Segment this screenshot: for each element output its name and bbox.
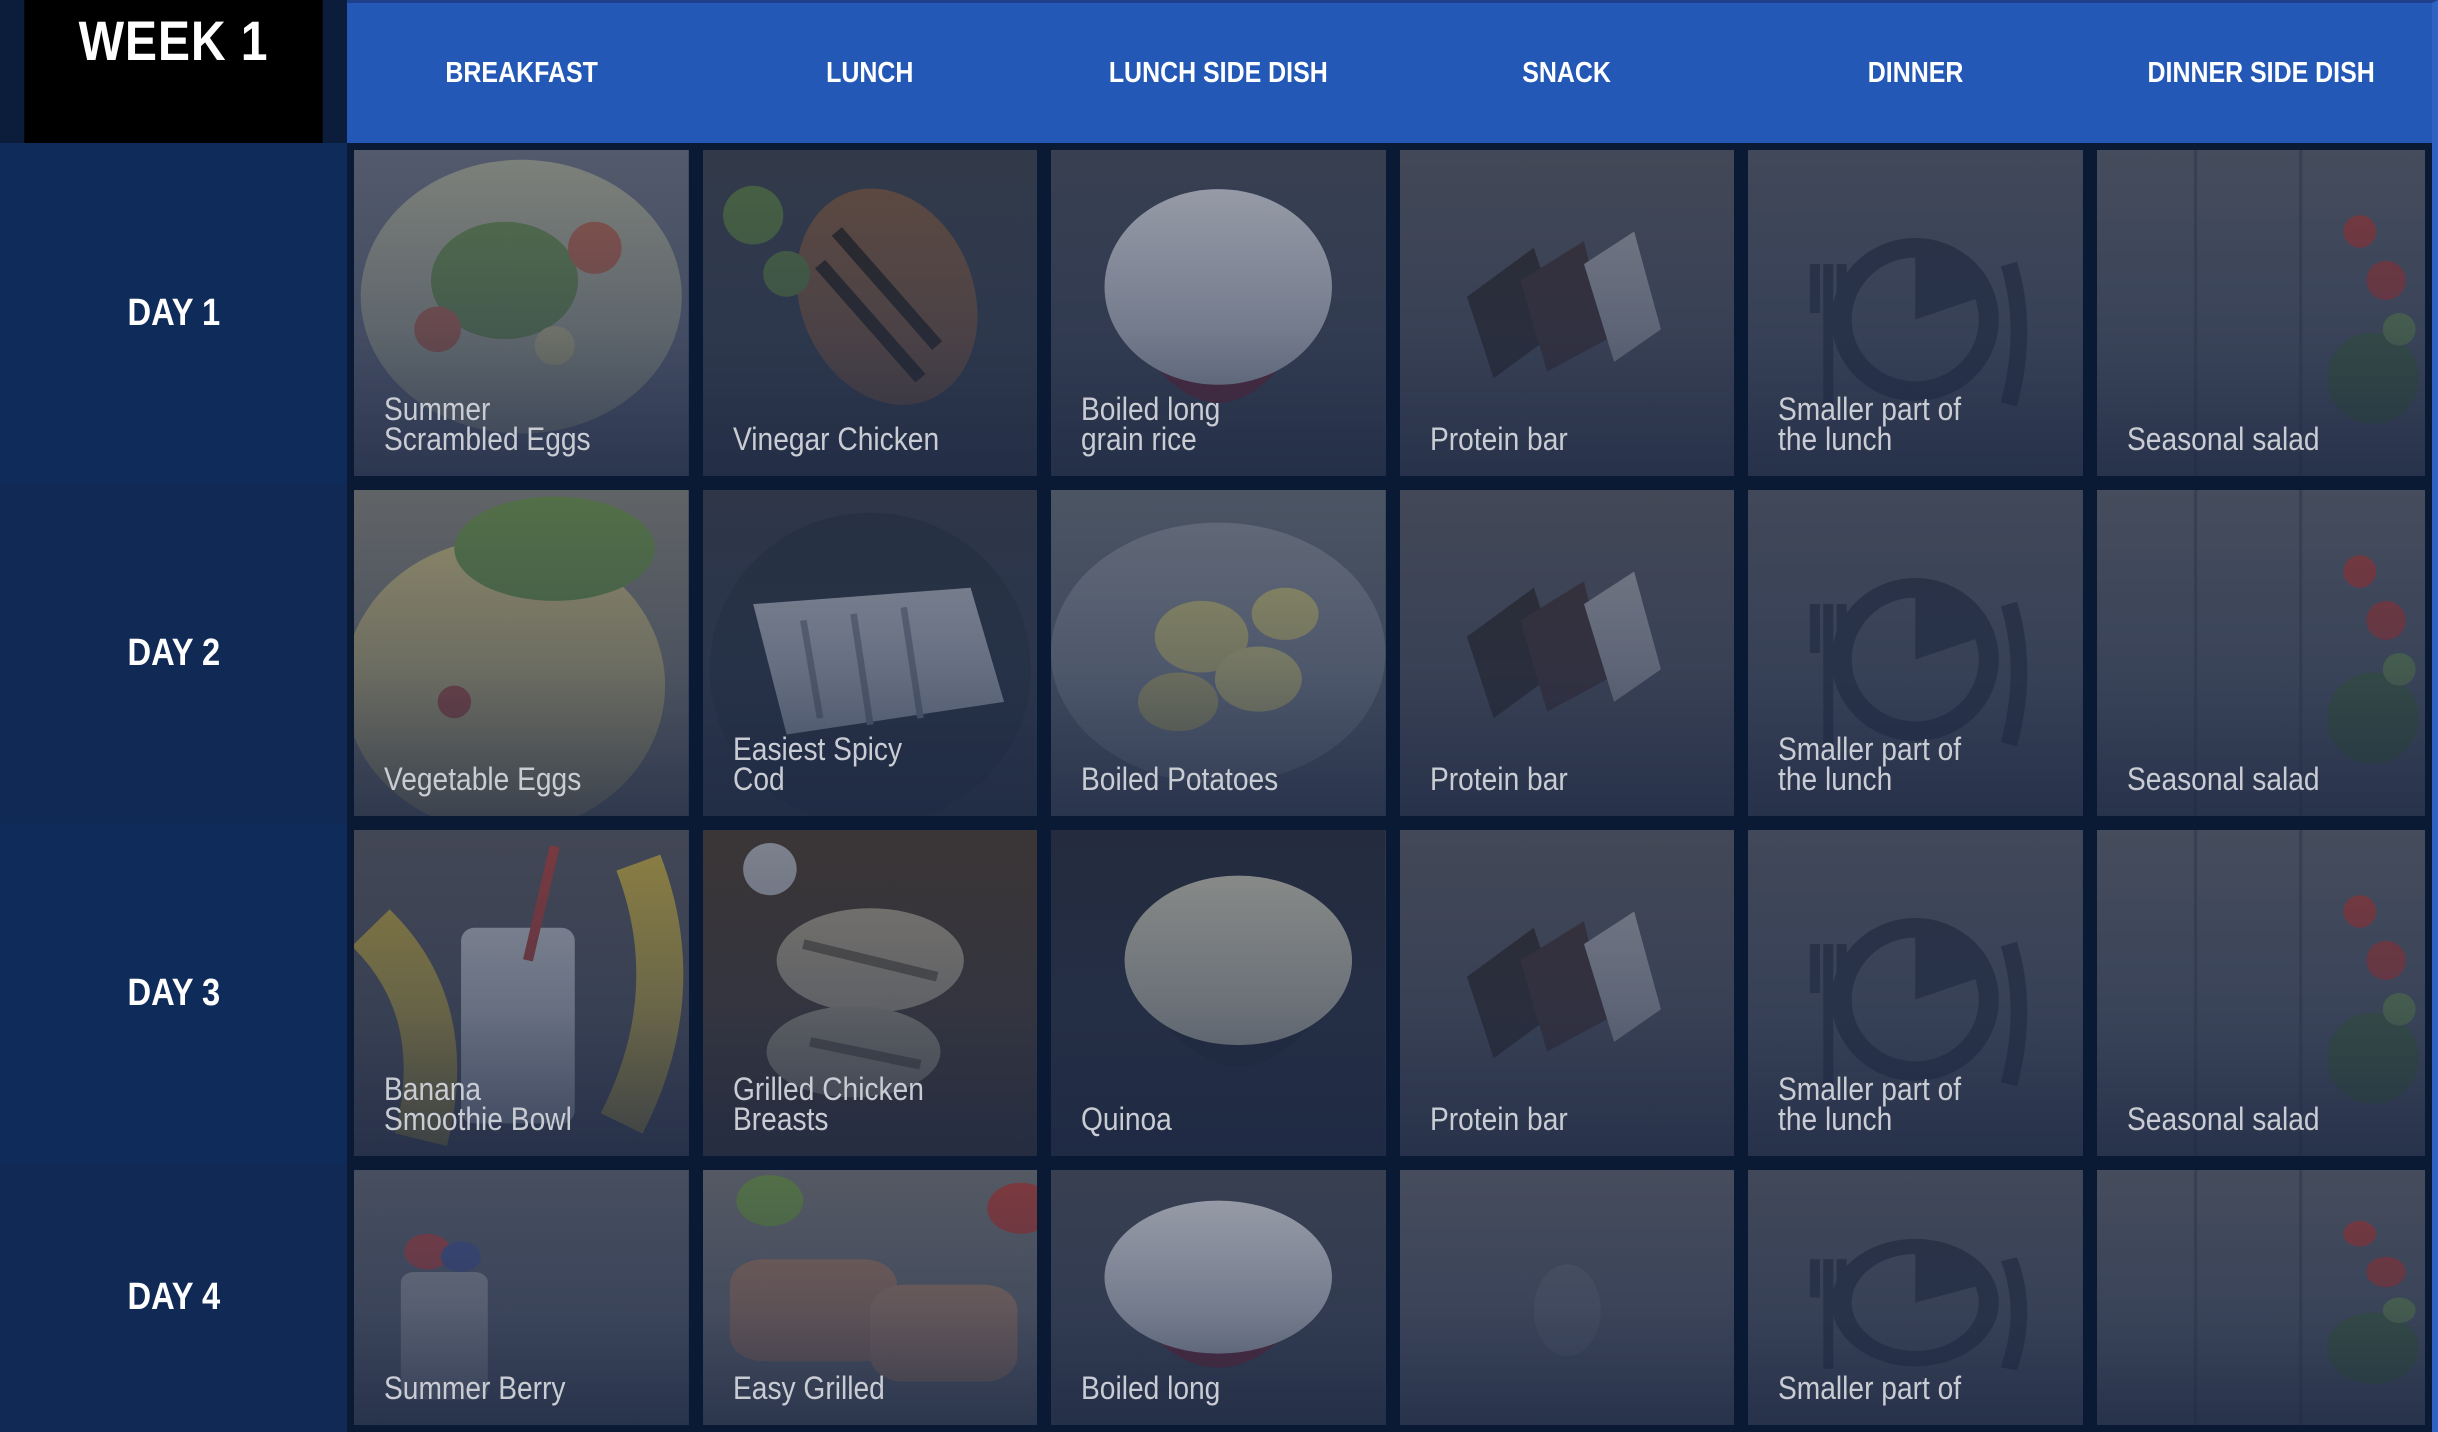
meal-name: Smaller part of the lunch [1778, 1071, 1962, 1137]
meal-name: Seasonal salad [2126, 761, 2320, 797]
day-label-text: DAY 4 [127, 1276, 220, 1318]
meal-name: Quinoa [1081, 1101, 1172, 1137]
meal-card[interactable]: Summer Scrambled Eggs [354, 150, 689, 476]
meal-cell-dinner-side-dish: Seasonal salad [2089, 483, 2438, 823]
day-label-4: DAY 4 [0, 1163, 347, 1432]
meal-cell-breakfast: Banana Smoothie Bowl [347, 823, 696, 1163]
day-label-text: DAY 3 [127, 971, 220, 1014]
meal-cell-snack [1392, 1163, 1741, 1432]
column-header-lunch: LUNCH [695, 0, 1044, 143]
column-header-label: BREAKFAST [445, 56, 598, 89]
meal-card[interactable]: Smaller part of the lunch [1748, 150, 2083, 476]
meal-card[interactable] [2096, 1170, 2425, 1425]
meal-cell-breakfast: Summer Berry [347, 1163, 696, 1432]
meal-card[interactable]: Smaller part of [1748, 1170, 2083, 1425]
meal-cell-dinner-side-dish [2089, 1163, 2438, 1432]
meal-cell-lunch: Grilled Chicken Breasts [695, 823, 1044, 1163]
column-header-label: DINNER [1867, 56, 1964, 89]
column-header-label: LUNCH [826, 56, 914, 89]
meal-name: Boiled Potatoes [1081, 761, 1279, 797]
day-label-text: DAY 2 [127, 631, 220, 674]
meal-cell-lunch-side-dish: Quinoa [1044, 823, 1393, 1163]
meal-card[interactable]: Smaller part of the lunch [1748, 490, 2083, 816]
column-header-dinner-side-dish: DINNER SIDE DISH [2089, 0, 2438, 143]
image-overlay [2096, 1170, 2425, 1425]
meal-name: Easy Grilled [732, 1370, 885, 1406]
day-label-3: DAY 3 [0, 823, 347, 1163]
meal-cell-snack: Protein bar [1392, 823, 1741, 1163]
meal-cell-lunch: Vinegar Chicken [695, 143, 1044, 483]
meal-card[interactable]: Banana Smoothie Bowl [354, 830, 689, 1156]
meal-name: Protein bar [1429, 761, 1568, 797]
meal-cell-snack: Protein bar [1392, 143, 1741, 483]
meal-card[interactable]: Summer Berry [354, 1170, 689, 1425]
meal-name: Smaller part of the lunch [1778, 391, 1962, 457]
column-header-label: SNACK [1522, 56, 1612, 89]
column-header-snack: SNACK [1392, 0, 1741, 143]
meal-name: Smaller part of [1778, 1370, 1962, 1406]
meal-name: Protein bar [1429, 1101, 1568, 1137]
meal-cell-snack: Protein bar [1392, 483, 1741, 823]
meal-name: Vinegar Chicken [732, 421, 939, 457]
meal-cell-dinner: Smaller part of the lunch [1741, 483, 2090, 823]
meal-name: Seasonal salad [2126, 1101, 2320, 1137]
meal-card[interactable] [1399, 1170, 1734, 1425]
meal-name: Banana Smoothie Bowl [384, 1071, 572, 1137]
week-title: WEEK 1 [24, 0, 323, 143]
meal-name: Easiest Spicy Cod [732, 731, 902, 797]
meal-cell-lunch: Easy Grilled [695, 1163, 1044, 1432]
meal-cell-lunch-side-dish: Boiled long [1044, 1163, 1393, 1432]
meal-name: Vegetable Eggs [384, 761, 582, 797]
meal-cell-breakfast: Summer Scrambled Eggs [347, 143, 696, 483]
meal-card[interactable]: Seasonal salad [2096, 830, 2425, 1156]
image-overlay [1399, 1170, 1734, 1425]
day-label-1: DAY 1 [0, 143, 347, 483]
meal-card[interactable]: Easiest Spicy Cod [702, 490, 1037, 816]
meal-cell-lunch-side-dish: Boiled Potatoes [1044, 483, 1393, 823]
meal-card[interactable]: Vegetable Eggs [354, 490, 689, 816]
meal-card[interactable]: Seasonal salad [2096, 150, 2425, 476]
meal-name: Seasonal salad [2126, 421, 2320, 457]
meal-plan-grid: WEEK 1 BREAKFAST LUNCH LUNCH SIDE DISH S… [0, 0, 2438, 1432]
column-header-label: DINNER SIDE DISH [2147, 56, 2375, 89]
day-label-2: DAY 2 [0, 483, 347, 823]
meal-card[interactable]: Protein bar [1399, 490, 1734, 816]
meal-cell-breakfast: Vegetable Eggs [347, 483, 696, 823]
day-label-text: DAY 1 [127, 291, 220, 334]
meal-cell-lunch-side-dish: Boiled long grain rice [1044, 143, 1393, 483]
meal-name: Summer Berry [384, 1370, 566, 1406]
meal-name: Boiled long [1081, 1370, 1221, 1406]
meal-name: Grilled Chicken Breasts [732, 1071, 924, 1137]
meal-card[interactable]: Seasonal salad [2096, 490, 2425, 816]
meal-card[interactable]: Easy Grilled [702, 1170, 1037, 1425]
meal-cell-dinner: Smaller part of [1741, 1163, 2090, 1432]
meal-cell-dinner: Smaller part of the lunch [1741, 823, 2090, 1163]
meal-card[interactable]: Boiled Potatoes [1051, 490, 1386, 816]
meal-name: Boiled long grain rice [1081, 391, 1221, 457]
meal-cell-dinner: Smaller part of the lunch [1741, 143, 2090, 483]
meal-card[interactable]: Boiled long [1051, 1170, 1386, 1425]
meal-card[interactable]: Protein bar [1399, 150, 1734, 476]
column-header-breakfast: BREAKFAST [347, 0, 696, 143]
meal-name: Smaller part of the lunch [1778, 731, 1962, 797]
meal-cell-dinner-side-dish: Seasonal salad [2089, 143, 2438, 483]
meal-name: Summer Scrambled Eggs [384, 391, 591, 457]
meal-name: Protein bar [1429, 421, 1568, 457]
column-header-dinner: DINNER [1741, 0, 2090, 143]
meal-card[interactable]: Grilled Chicken Breasts [702, 830, 1037, 1156]
meal-cell-dinner-side-dish: Seasonal salad [2089, 823, 2438, 1163]
meal-card[interactable]: Smaller part of the lunch [1748, 830, 2083, 1156]
column-header-lunch-side-dish: LUNCH SIDE DISH [1044, 0, 1393, 143]
meal-card[interactable]: Quinoa [1051, 830, 1386, 1156]
meal-card[interactable]: Protein bar [1399, 830, 1734, 1156]
meal-cell-lunch: Easiest Spicy Cod [695, 483, 1044, 823]
meal-card[interactable]: Boiled long grain rice [1051, 150, 1386, 476]
column-header-label: LUNCH SIDE DISH [1108, 56, 1328, 89]
meal-card[interactable]: Vinegar Chicken [702, 150, 1037, 476]
